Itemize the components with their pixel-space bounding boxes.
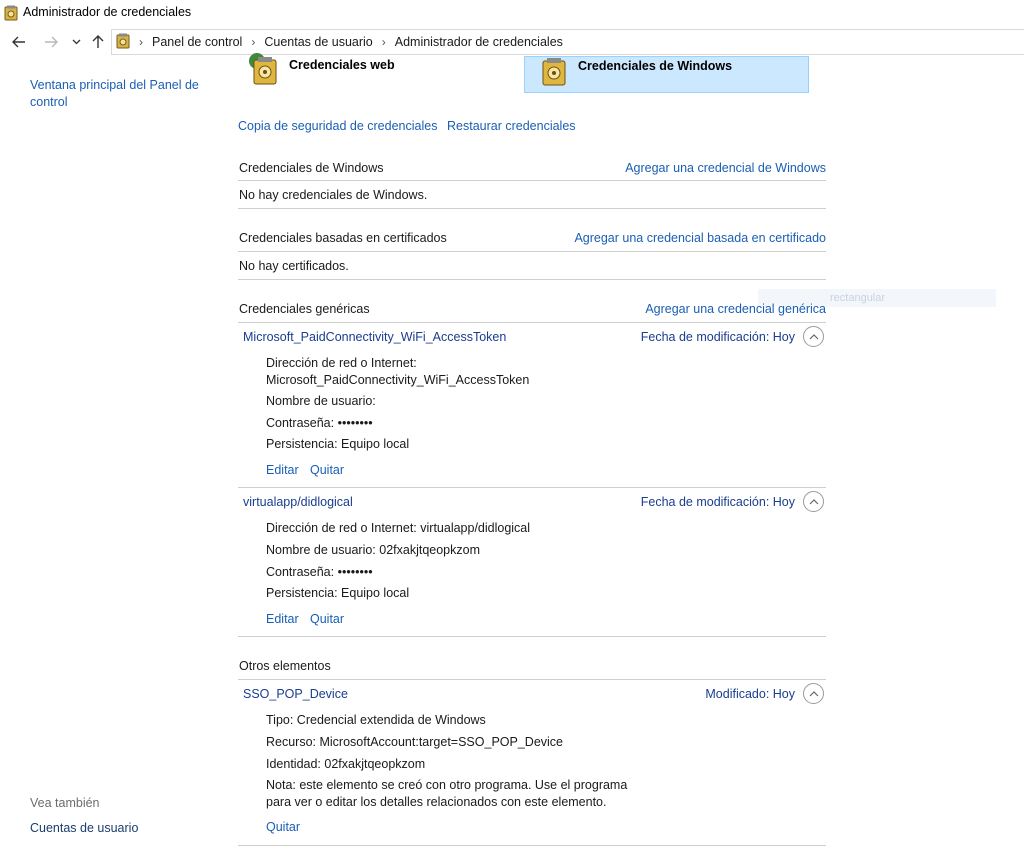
breadcrumb-control-panel[interactable]: Panel de control (152, 35, 242, 49)
forward-arrow-icon[interactable] (41, 32, 61, 52)
credential-modified-date[interactable]: Fecha de modificación: Hoy (641, 495, 795, 509)
credential-address-value: Microsoft_PaidConnectivity_WiFi_AccessTo… (266, 373, 530, 387)
credential-note-line2: para ver o editar los detalles relaciona… (266, 795, 607, 809)
credential-password: Contraseña: •••••••• (266, 416, 373, 430)
restore-credentials-link[interactable]: Restaurar credenciales (447, 119, 576, 133)
web-credentials-tile[interactable]: Credenciales web (236, 53, 496, 93)
remove-credential-link[interactable]: Quitar (310, 612, 344, 626)
windows-credentials-icon (537, 53, 571, 90)
edit-credential-link[interactable]: Editar (266, 612, 299, 626)
empty-message: No hay certificados. (239, 259, 349, 273)
chevron-down-icon[interactable] (66, 32, 86, 52)
control-panel-home-line1: Ventana principal del Panel de (30, 78, 199, 92)
credential-identity: Identidad: 02fxakjtqeopkzom (266, 757, 426, 771)
certificate-credentials-empty: No hay certificados. (238, 252, 826, 280)
credential-entry-title[interactable]: SSO_POP_Device (243, 687, 348, 701)
add-certificate-credential-link[interactable]: Agregar una credencial basada en certifi… (574, 231, 826, 245)
credential-address-block: Dirección de red o Internet: Microsoft_P… (266, 355, 529, 389)
control-panel-home-line2: control (30, 95, 68, 109)
credential-entry-title[interactable]: virtualapp/didlogical (243, 495, 353, 509)
credential-manager-icon (4, 5, 18, 24)
windows-credentials-empty: No hay credenciales de Windows. (238, 181, 826, 209)
credential-modified-date[interactable]: Fecha de modificación: Hoy (641, 330, 795, 344)
control-panel-home-link[interactable]: Ventana principal del Panel de control (30, 77, 199, 111)
credential-type: Tipo: Credencial extendida de Windows (266, 713, 486, 727)
credential-persistence: Persistencia: Equipo local (266, 586, 410, 600)
breadcrumb-credential-manager[interactable]: Administrador de credenciales (395, 35, 563, 49)
divider (238, 636, 826, 637)
web-credentials-label: Credenciales web (289, 58, 395, 72)
windows-credentials-tile[interactable]: Credenciales de Windows (524, 56, 809, 93)
remove-credential-link[interactable]: Quitar (310, 463, 344, 477)
generic-credentials-header: Credenciales genéricas Agregar una crede… (238, 302, 826, 323)
collapse-chevron-up-icon[interactable] (803, 326, 824, 347)
breadcrumb-separator-icon[interactable]: › (382, 35, 386, 49)
credential-username: Nombre de usuario: 02fxakjtqeopkzom (266, 543, 481, 557)
navigation-bar: › Panel de control › Cuentas de usuario … (0, 28, 1024, 56)
divider (238, 487, 826, 488)
credential-resource: Recurso: MicrosoftAccount:target=SSO_POP… (266, 735, 564, 749)
back-arrow-icon[interactable] (9, 32, 29, 52)
divider (238, 845, 826, 846)
breadcrumb-separator-icon[interactable]: › (251, 35, 255, 49)
credential-address-label: Dirección de red o Internet: (266, 356, 417, 370)
see-also-heading: Vea también (30, 796, 100, 810)
collapse-chevron-up-icon[interactable] (803, 683, 824, 704)
windows-credentials-label: Credenciales de Windows (578, 59, 733, 73)
certificate-credentials-header: Credenciales basadas en certificados Agr… (238, 231, 826, 252)
section-title: Credenciales de Windows (239, 161, 384, 175)
section-title: Credenciales genéricas (239, 302, 370, 316)
collapse-chevron-up-icon[interactable] (803, 491, 824, 512)
breadcrumb-separator-icon[interactable]: › (139, 35, 143, 49)
credential-address: Dirección de red o Internet: virtualapp/… (266, 521, 531, 535)
edit-credential-link[interactable]: Editar (266, 463, 299, 477)
window-title: Administrador de credenciales (23, 5, 192, 19)
breadcrumb-user-accounts[interactable]: Cuentas de usuario (264, 35, 372, 49)
remove-credential-link[interactable]: Quitar (266, 820, 300, 834)
credential-password: Contraseña: •••••••• (266, 565, 373, 579)
add-generic-credential-link[interactable]: Agregar una credencial genérica (645, 302, 826, 316)
windows-credentials-header: Credenciales de Windows Agregar una cred… (238, 161, 826, 181)
up-arrow-icon[interactable] (88, 32, 108, 52)
add-windows-credential-link[interactable]: Agregar una credencial de Windows (625, 161, 826, 175)
section-title: Otros elementos (239, 659, 331, 673)
empty-message: No hay credenciales de Windows. (239, 188, 428, 202)
backup-credentials-link[interactable]: Copia de seguridad de credenciales (238, 119, 437, 133)
web-credentials-icon (248, 52, 282, 89)
control-panel-icon (116, 33, 130, 52)
title-bar: Administrador de credenciales (0, 0, 1024, 26)
credential-note: Nota: este elemento se creó con otro pro… (266, 777, 627, 811)
credential-modified-date[interactable]: Modificado: Hoy (705, 687, 795, 701)
other-items-header: Otros elementos (238, 659, 826, 680)
credential-username: Nombre de usuario: (266, 394, 376, 408)
user-accounts-link[interactable]: Cuentas de usuario (30, 821, 138, 835)
section-title: Credenciales basadas en certificados (239, 231, 447, 245)
credential-note-line1: Nota: este elemento se creó con otro pro… (266, 778, 628, 792)
credential-entry-title[interactable]: Microsoft_PaidConnectivity_WiFi_AccessTo… (243, 330, 506, 344)
credential-persistence: Persistencia: Equipo local (266, 437, 410, 451)
